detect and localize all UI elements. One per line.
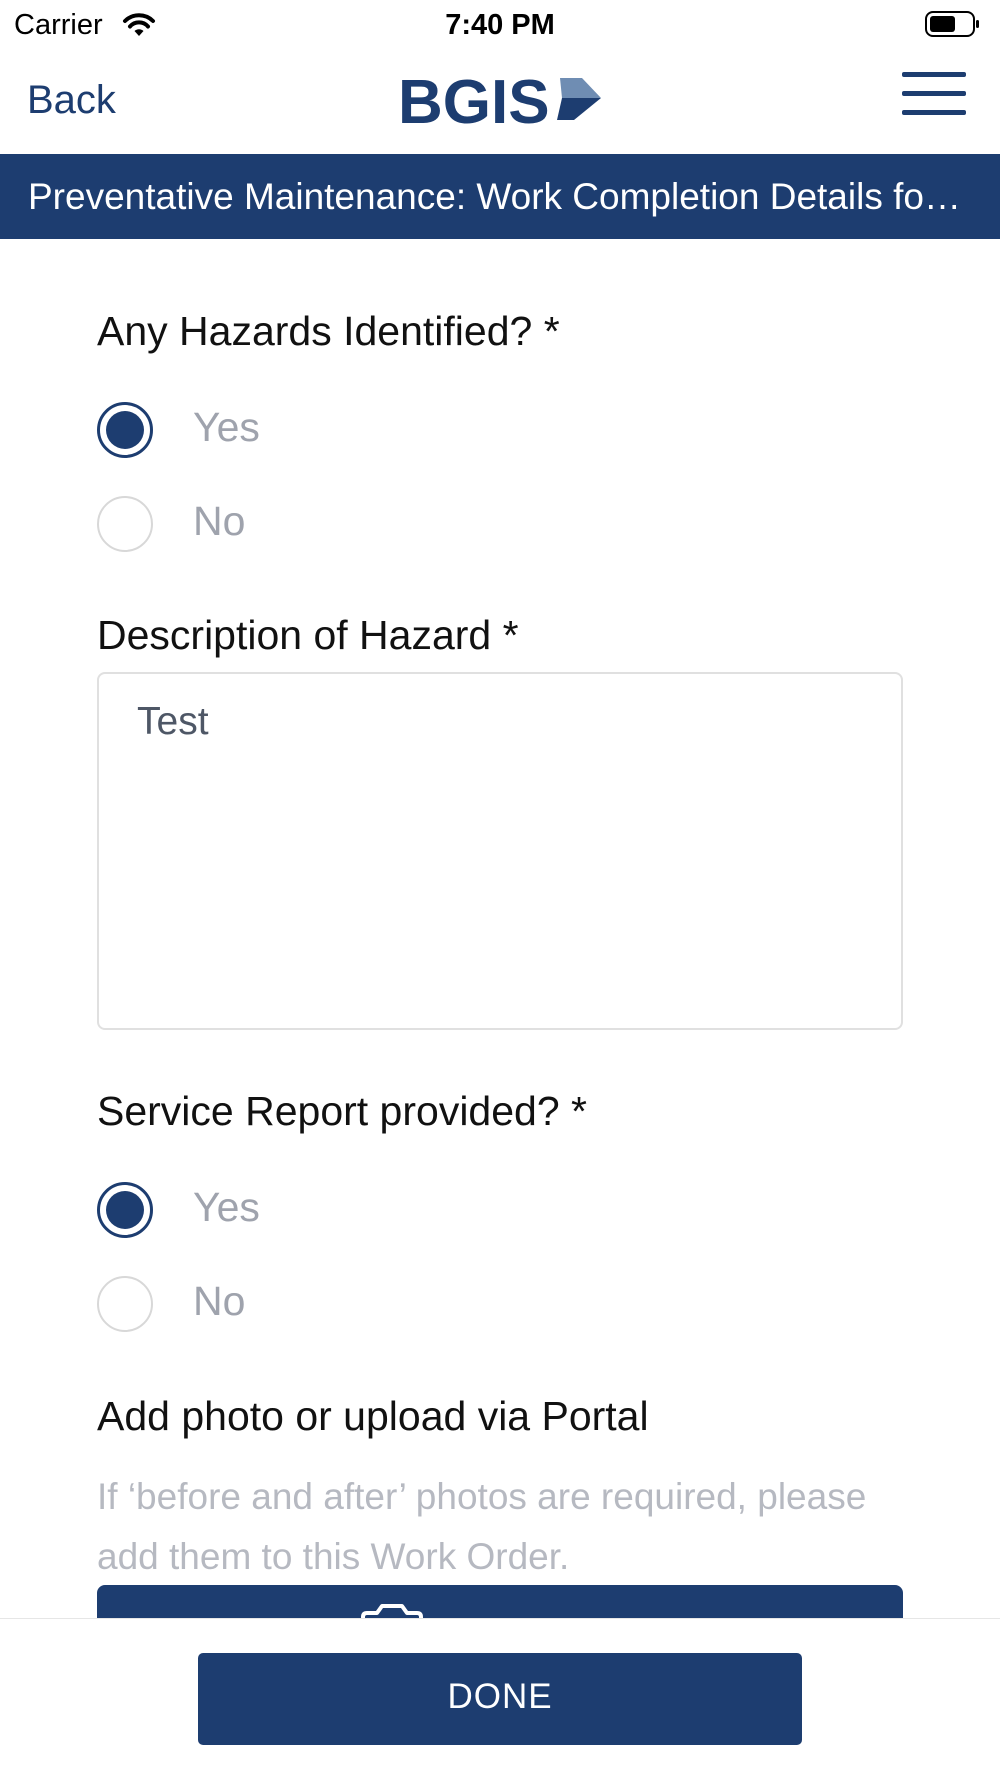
done-button[interactable]: DONE <box>198 1653 802 1745</box>
hazards-yes-option[interactable]: Yes <box>97 402 497 464</box>
radio-label-yes: Yes <box>193 1184 260 1230</box>
logo-text: BGIS <box>398 68 550 132</box>
status-bar: Carrier 7:40 PM <box>0 0 1000 50</box>
description-label: Description of Hazard * <box>97 612 519 658</box>
nav-bar: Back BGIS <box>0 50 1000 154</box>
clock: 7:40 PM <box>445 9 555 41</box>
description-value: Test <box>137 700 209 743</box>
page-title-banner: Preventative Maintenance: Work Completio… <box>0 154 1000 239</box>
footer-bar: DONE <box>0 1618 1000 1779</box>
done-button-label: DONE <box>447 1677 553 1716</box>
radio-label-no: No <box>193 498 246 544</box>
hazards-question-label: Any Hazards Identified? * <box>97 308 560 354</box>
description-textarea[interactable]: Test <box>97 672 903 1030</box>
back-button[interactable]: Back <box>27 78 116 123</box>
radio-selected-icon[interactable] <box>97 402 153 458</box>
battery-icon <box>925 11 981 37</box>
service-report-yes-option[interactable]: Yes <box>97 1182 497 1244</box>
hazards-no-option[interactable]: No <box>97 496 497 558</box>
photo-helper-text: If ‘before and after’ photos are require… <box>97 1476 867 1577</box>
photo-section-label: Add photo or upload via Portal <box>97 1393 649 1439</box>
radio-label-no: No <box>193 1278 246 1324</box>
service-report-label: Service Report provided? * <box>97 1088 587 1134</box>
radio-selected-icon[interactable] <box>97 1182 153 1238</box>
radio-unselected-icon[interactable] <box>97 496 153 552</box>
bgis-logo: BGIS <box>398 68 608 137</box>
radio-unselected-icon[interactable] <box>97 1276 153 1332</box>
page-title: Preventative Maintenance: Work Completio… <box>28 176 972 217</box>
service-report-no-option[interactable]: No <box>97 1276 497 1338</box>
menu-icon[interactable] <box>900 70 970 120</box>
radio-label-yes: Yes <box>193 404 260 450</box>
